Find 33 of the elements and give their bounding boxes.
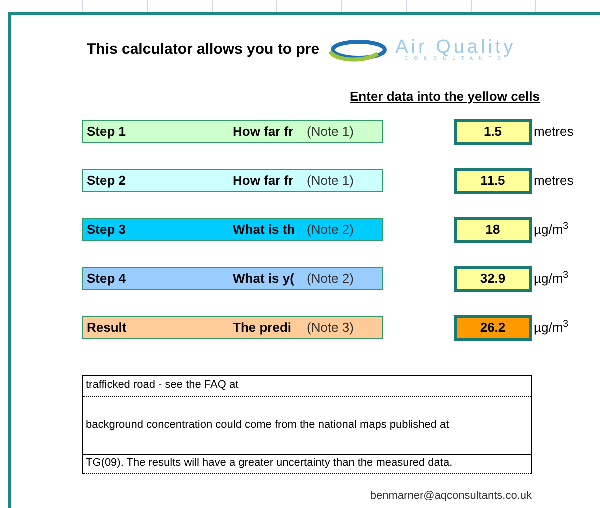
question-text: What is th	[233, 220, 296, 239]
question-text: How far fr	[233, 122, 295, 141]
unit-text: metres	[534, 172, 574, 190]
unit-text: µg/m$^{3}$	[534, 268, 569, 288]
step-label: Result	[86, 318, 128, 337]
question-text: The predi	[233, 318, 293, 337]
step-label: Step 2	[86, 172, 128, 190]
unit-text: metres	[534, 122, 574, 141]
input-cell[interactable]: 18	[454, 216, 532, 242]
unit-text: µg/m$^{3}$	[534, 220, 569, 239]
step-label: Step 4	[86, 270, 128, 288]
input-cell[interactable]: 32.9	[454, 266, 532, 292]
note-text: (Note 3)	[307, 318, 354, 337]
title-text: This calculator allows you to pre	[87, 40, 320, 60]
swoosh-logo-icon	[326, 38, 388, 62]
question-text: What is y(	[233, 270, 296, 288]
step-label: Step 1	[86, 122, 128, 141]
note-text: (Note 1)	[307, 122, 354, 141]
note-text: (Note 2)	[307, 270, 354, 288]
input-cell[interactable]: 1.5	[454, 118, 532, 144]
step-label: Step 3	[86, 220, 128, 239]
note-line: TG(09). The results will have a greater uncertainty than the measured data.	[86, 456, 453, 472]
note-line: background concentration could come from the national maps published at	[86, 418, 450, 433]
unit-text: µg/m$^{3}$	[534, 318, 569, 337]
note-line: trafficked road - see the FAQ at	[86, 378, 239, 394]
instruction-text: Enter data into the yellow cells	[350, 88, 540, 106]
input-cell[interactable]: 11.5	[454, 168, 532, 194]
question-text: How far fr	[233, 172, 295, 190]
result-cell: 26.2	[454, 314, 532, 340]
note-text: (Note 1)	[307, 172, 354, 190]
contact-email: benmarner@aqconsultants.co.uk	[370, 488, 532, 504]
note-text: (Note 2)	[307, 220, 354, 239]
logo-name: Air Quality	[396, 38, 516, 57]
